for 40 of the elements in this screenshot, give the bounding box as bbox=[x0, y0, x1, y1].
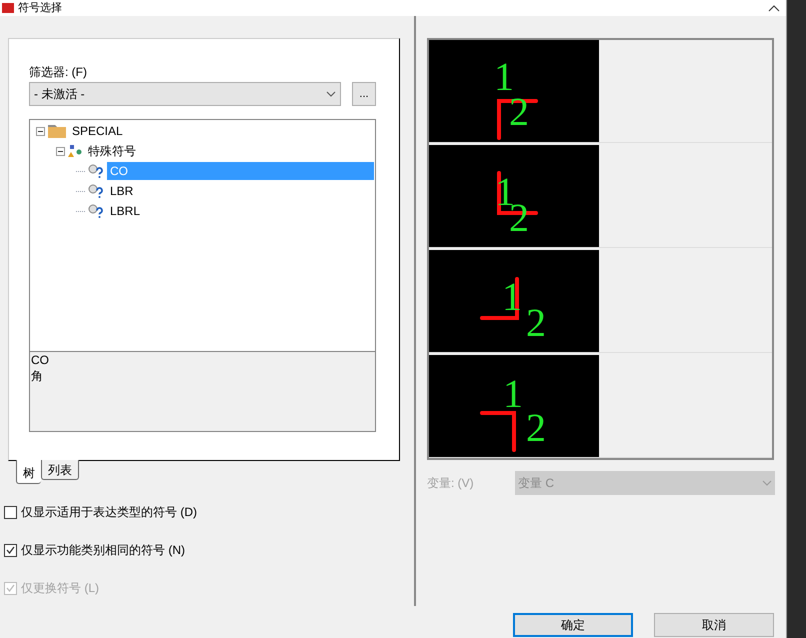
corner-line bbox=[497, 99, 538, 140]
collapse-icon[interactable] bbox=[56, 146, 65, 156]
window-title: 符号选择 bbox=[18, 2, 62, 14]
tab[interactable]: 列表 bbox=[41, 460, 79, 480]
browse-button[interactable]: ... bbox=[352, 82, 376, 106]
tab[interactable]: 树 bbox=[16, 460, 41, 484]
tree-item[interactable]: 特殊符号 bbox=[85, 142, 374, 160]
unknown-symbol-icon bbox=[88, 184, 104, 198]
filter-label: 筛选器: (F) bbox=[29, 64, 88, 79]
checkbox-label: 仅显示功能类别相同的符号 (N) bbox=[21, 542, 185, 559]
chevron-down-icon bbox=[326, 91, 336, 97]
description-text: CO bbox=[31, 352, 50, 368]
pin-number: 1 bbox=[503, 371, 523, 416]
dialog-button[interactable]: 确定 bbox=[513, 613, 633, 637]
checkbox[interactable] bbox=[4, 506, 17, 518]
chevron-down-icon bbox=[762, 480, 772, 486]
app-icon bbox=[2, 3, 14, 13]
pin-number: 2 bbox=[526, 300, 546, 345]
collapse-icon[interactable] bbox=[768, 4, 780, 12]
unknown-symbol-icon bbox=[88, 204, 104, 218]
filter-dropdown[interactable]: - 未激活 - bbox=[29, 82, 341, 106]
checkmark-icon bbox=[6, 584, 15, 592]
folder-icon bbox=[48, 124, 66, 138]
tree-item[interactable]: LBR bbox=[107, 182, 374, 200]
description-text: 角 bbox=[31, 368, 44, 384]
checkbox[interactable] bbox=[4, 544, 17, 556]
checkbox-label: 仅更换符号 (L) bbox=[21, 580, 99, 597]
dialog-button[interactable]: 取消 bbox=[654, 613, 774, 637]
tree-item[interactable]: SPECIAL bbox=[69, 122, 374, 140]
variant-label: 变量: (V) bbox=[427, 475, 475, 492]
pin-number: 2 bbox=[526, 405, 546, 450]
symbol-preview[interactable]: 1 2 bbox=[429, 355, 599, 457]
corner-line bbox=[480, 411, 516, 452]
symbol-preview[interactable]: 1 2 bbox=[429, 40, 599, 142]
checkmark-icon bbox=[6, 546, 15, 554]
unknown-symbol-icon bbox=[88, 164, 104, 178]
collapse-icon[interactable] bbox=[36, 126, 45, 136]
shapes-icon bbox=[68, 145, 82, 157]
checkbox-label: 仅显示适用于表达类型的符号 (D) bbox=[21, 504, 197, 521]
tree-item[interactable]: LBRL bbox=[107, 202, 374, 220]
